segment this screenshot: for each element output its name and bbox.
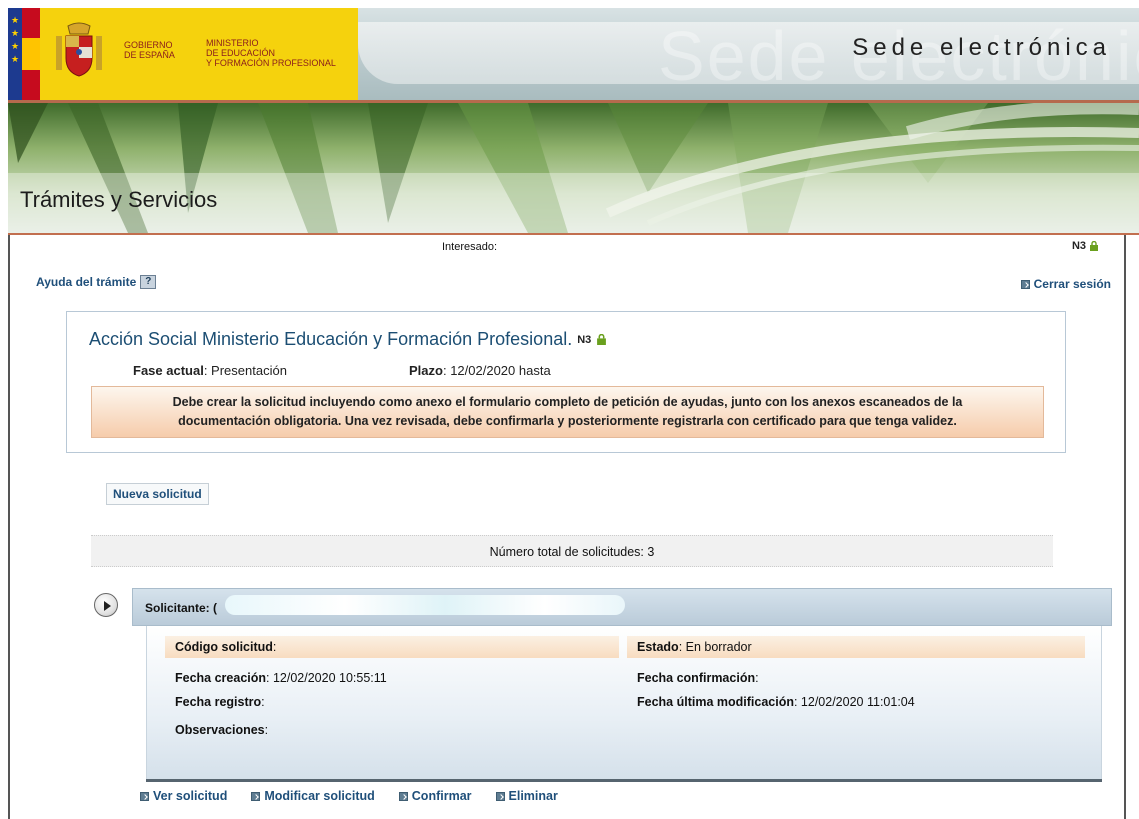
security-level: N3 — [1072, 240, 1099, 252]
fecha-confirmacion: Fecha confirmación: — [637, 671, 759, 685]
lock-icon — [1090, 241, 1098, 251]
coat-of-arms-icon — [56, 22, 102, 77]
view-request-link[interactable]: Ver solicitud — [140, 789, 227, 803]
procedure-notice: Debe crear la solicitud incluyendo como … — [91, 386, 1044, 438]
total-requests: Número total de solicitudes: 3 — [91, 535, 1053, 567]
request-detail: Código solicitud: Estado: En borrador Fe… — [146, 626, 1102, 781]
expand-play-icon[interactable] — [94, 593, 118, 617]
detail-bottom-border — [146, 779, 1102, 782]
help-link[interactable]: Ayuda del trámite ? — [36, 275, 157, 289]
banner-divider — [8, 233, 1139, 235]
delete-link[interactable]: Eliminar — [495, 789, 558, 803]
fecha-creacion: Fecha creación: 12/02/2020 10:55:11 — [175, 671, 387, 685]
arrow-bullet-icon — [1020, 279, 1030, 289]
procedure-info-box: Acción Social Ministerio Educación y For… — [66, 311, 1066, 453]
procedure-level: N3 — [577, 333, 592, 346]
arrow-bullet-icon — [398, 791, 408, 801]
solicitante-label: Solicitante: ( — [145, 601, 218, 615]
modify-request-link[interactable]: Modificar solicitud — [251, 789, 375, 803]
page-section-title: Trámites y Servicios — [20, 187, 218, 212]
help-icon[interactable]: ? — [140, 275, 157, 289]
arrow-bullet-icon — [140, 791, 149, 801]
observaciones: Observaciones: — [175, 723, 269, 737]
plazo: Plazo: 12/02/2020 hasta — [409, 363, 551, 378]
arrow-bullet-icon — [495, 791, 505, 801]
eu-spain-flag-strip: ★ ★ ★ ★ — [8, 8, 40, 100]
fecha-registro: Fecha registro: — [175, 695, 265, 709]
logout-link[interactable]: Cerrar sesión — [1020, 277, 1111, 291]
procedure-title: Acción Social Ministerio Educación y For… — [89, 329, 607, 350]
redacted-name — [225, 595, 625, 615]
fecha-ultima-modificacion: Fecha última modificación: 12/02/2020 11… — [637, 695, 915, 709]
help-link-label[interactable]: Ayuda del trámite — [36, 275, 136, 289]
security-level-text: N3 — [1071, 240, 1086, 252]
lock-icon — [597, 334, 607, 345]
logout-label[interactable]: Cerrar sesión — [1034, 277, 1111, 291]
frame-border-left — [8, 235, 10, 819]
banner-artwork — [8, 103, 1139, 233]
confirm-link[interactable]: Confirmar — [398, 789, 472, 803]
site-title: Sede electrónica — [852, 34, 1111, 61]
estado: Estado: En borrador — [637, 640, 752, 654]
grass-banner: Trámites y Servicios — [8, 103, 1139, 233]
site-header: ★ ★ ★ ★ GOBIERNO DE ESPAÑA MINISTERIO DE EDUC… — [8, 8, 1139, 100]
frame-border-right — [1124, 235, 1126, 819]
ministry-text: MINISTERIO DE EDUCACIÓN Y FORMACIÓN PROFES… — [206, 38, 336, 68]
request-header: Solicitante: ( — [132, 588, 1112, 626]
procedure-title-text: Acción Social Ministerio Educación y For… — [89, 329, 573, 349]
fase-actual: Fase actual: Presentación — [133, 363, 287, 378]
codigo-solicitud: Código solicitud: — [175, 640, 277, 654]
interesado-label: Interesado: — [442, 241, 498, 253]
eu-stars-icon: ★ ★ ★ ★ — [10, 15, 20, 64]
arrow-bullet-icon — [251, 791, 261, 801]
new-request-button[interactable]: Nueva solicitud — [106, 483, 209, 505]
gobierno-text: GOBIERNO DE ESPAÑA — [124, 40, 175, 60]
request-actions: Ver solicitud Modificar solicitud Confir… — [140, 789, 558, 803]
